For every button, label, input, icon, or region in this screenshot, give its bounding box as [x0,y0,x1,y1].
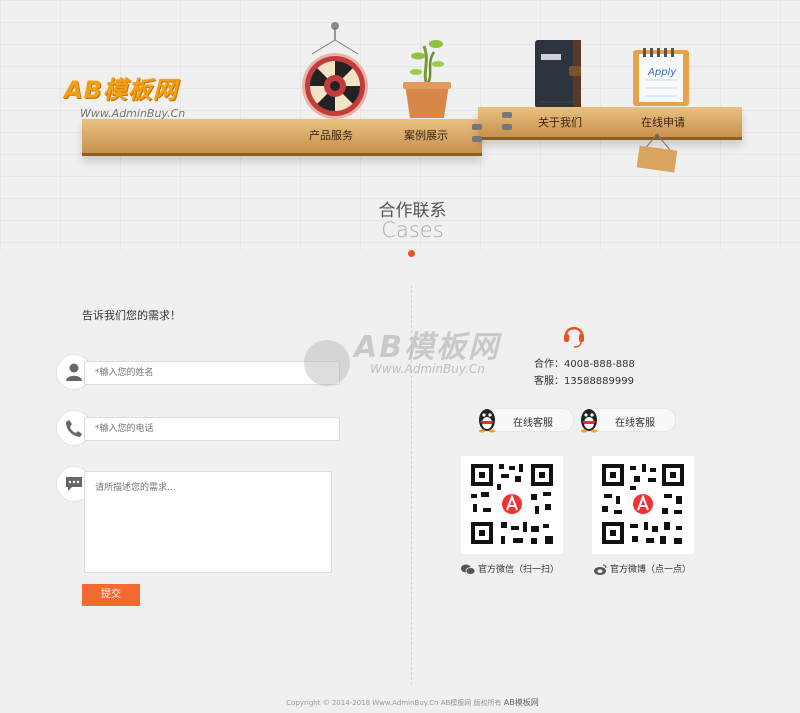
footer-brand-link[interactable]: AB模板网 [504,698,539,707]
qq-service-button[interactable]: 在线客服 [479,408,574,433]
footer: Copyright © 2014-2018 Www.AdminBuy.Cn AB… [0,697,800,708]
hanging-sign-icon [636,134,678,173]
wechat-icon [461,564,475,575]
qq-penguin-icon [479,409,495,433]
dartboard-icon [302,22,368,119]
watermark: AB模板网 Www.AdminBuy.Cn [304,322,504,388]
shelf-hinge [472,124,482,130]
wooden-shelf-right [478,107,742,140]
watermark-logo-icon [304,340,350,386]
wechat-caption-text: 官方微信（扫一扫） [478,565,560,575]
cooperation-phone: 合作：4008-888-888 [534,359,635,370]
qq-button-label: 在线客服 [513,418,553,429]
nav-item-cases[interactable]: 案例展示 [404,127,448,143]
footer-copyright: Copyright © 2014-2018 Www.AdminBuy.Cn AB… [286,699,502,707]
qq-service-button[interactable]: 在线客服 [581,408,676,433]
site-logo[interactable]: AB模板网 Www.AdminBuy.Cn [64,70,185,120]
qr-code-icon [471,464,553,544]
book-icon [535,40,581,108]
nav-item-products[interactable]: 产品服务 [309,127,353,143]
qq-penguin-icon [581,409,597,433]
potted-plant-icon [403,40,451,118]
qq-button-label: 在线客服 [615,418,655,429]
weibo-icon [594,564,607,575]
form-heading: 告诉我们您的需求！ [82,309,181,322]
nav-item-apply[interactable]: 在线申请 [641,114,685,130]
watermark-url: Www.AdminBuy.Cn [370,362,485,376]
shelf-hinge [502,112,512,118]
shelf-hinge [502,124,512,130]
title-accent-dot [408,250,415,257]
phone-input[interactable] [84,417,340,441]
watermark-text: AB模板网 [354,330,501,365]
message-textarea[interactable] [84,471,332,573]
service-phone: 客服：13588889999 [534,376,634,387]
logo-text: AB模板网 [64,76,178,104]
notebook-label: Apply [648,67,677,78]
weibo-caption-text: 官方微博（点一点） [610,565,692,575]
wechat-qr-code [461,456,563,554]
shelf-hinge [472,136,482,142]
section-subtitle: Cases [381,218,444,242]
weibo-qr-caption[interactable]: 官方微博（点一点） [594,562,691,575]
weibo-qr-code [592,456,694,554]
nav-item-about[interactable]: 关于我们 [538,114,582,130]
name-input[interactable] [84,361,340,385]
submit-button[interactable]: 提交 [82,584,140,606]
wechat-qr-caption[interactable]: 官方微信（扫一扫） [461,562,559,575]
headset-icon [564,327,584,348]
qr-code-icon [602,464,684,544]
